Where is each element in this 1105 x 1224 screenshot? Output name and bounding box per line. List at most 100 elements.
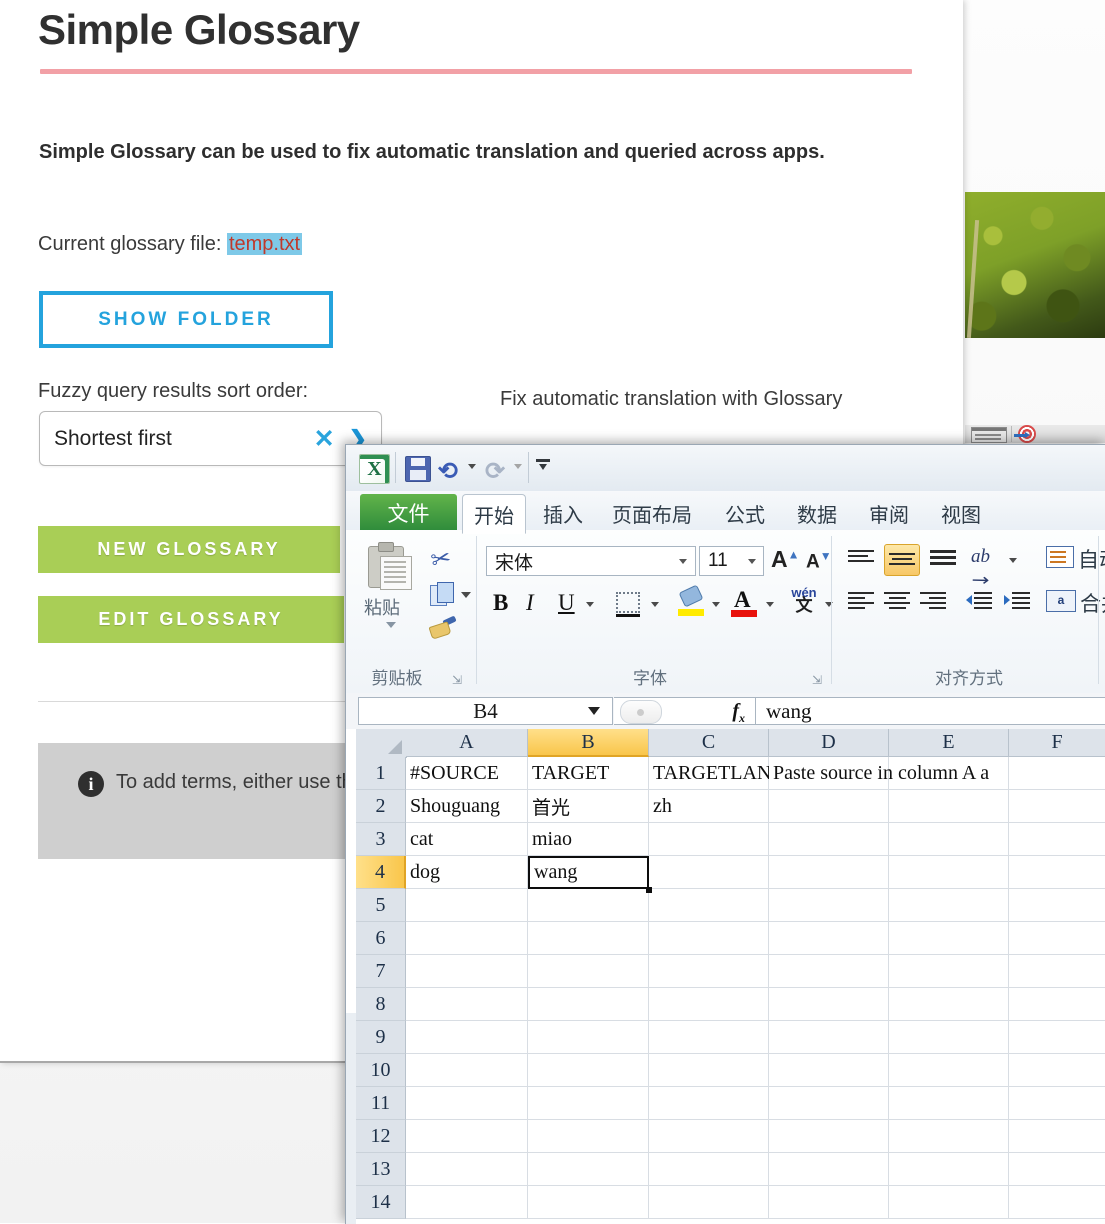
grid-cell[interactable] [889,790,1009,823]
grid-cell[interactable] [1009,856,1105,889]
grid-cell[interactable] [889,889,1009,922]
grid-cell[interactable] [1009,823,1105,856]
grid-cell-b2[interactable]: 首光 [528,790,649,823]
grid-cell[interactable] [1009,1186,1105,1219]
grid-cell[interactable] [769,922,889,955]
grid-cell[interactable] [406,1087,528,1120]
grid-cell[interactable] [649,1186,769,1219]
row-header-4[interactable]: 4 [356,856,406,889]
target-arrow-icon[interactable] [1018,425,1036,443]
grid-cell-a1[interactable]: #SOURCE [406,757,528,790]
grid-cell[interactable] [769,1021,889,1054]
row-header-10[interactable]: 10 [356,1054,406,1087]
row-header-12[interactable]: 12 [356,1120,406,1153]
undo-dropdown-icon[interactable] [468,464,476,469]
grow-font-icon[interactable]: A▲ [771,546,800,573]
phonetic-guide-icon[interactable]: wén 文 [788,586,820,618]
font-size-select[interactable]: 11 [699,546,764,576]
new-glossary-button[interactable]: NEW GLOSSARY [38,526,340,573]
column-header-f[interactable]: F [1009,729,1105,757]
undo-icon[interactable]: ⟳ [438,457,458,486]
grid-cell[interactable] [1009,1087,1105,1120]
grid-cell[interactable] [769,955,889,988]
merge-cells-label[interactable]: 合并 [1080,588,1105,618]
align-middle-icon[interactable] [884,544,920,576]
grid-cell[interactable] [1009,988,1105,1021]
row-header-11[interactable]: 11 [356,1087,406,1120]
column-header-e[interactable]: E [889,729,1009,757]
active-cell-b4[interactable]: wang [528,856,649,889]
increase-indent-icon[interactable] [1004,592,1030,610]
grid-cell[interactable] [889,988,1009,1021]
fill-handle[interactable] [646,887,652,893]
grid-cell[interactable] [406,1153,528,1186]
align-top-icon[interactable] [848,550,874,566]
grid-cell[interactable] [406,1054,528,1087]
chevron-down-icon[interactable] [1009,558,1017,563]
font-name-select[interactable]: 宋体 [486,546,696,576]
grid-cell[interactable] [889,1087,1009,1120]
grid-cell[interactable] [528,955,649,988]
grid-cell-a4[interactable]: dog [406,856,528,889]
tab-home[interactable]: 开始 [462,494,526,534]
insert-function-icon[interactable]: fx [732,700,745,726]
chevron-down-icon[interactable] [712,602,720,607]
select-all-corner[interactable] [356,729,407,758]
chevron-down-icon[interactable] [461,592,471,598]
grid-cell[interactable] [769,988,889,1021]
grid-cell[interactable] [528,1054,649,1087]
grid-cell[interactable] [649,1087,769,1120]
grid-cell[interactable] [889,955,1009,988]
grid-cell[interactable] [769,1153,889,1186]
tab-file[interactable]: 文件 [360,494,457,531]
grid-cell[interactable] [889,1186,1009,1219]
column-header-a[interactable]: A [406,729,528,757]
row-header-9[interactable]: 9 [356,1021,406,1054]
window-icon[interactable] [971,427,1007,443]
grid-cell[interactable] [528,1186,649,1219]
row-header-3[interactable]: 3 [356,823,406,856]
grid-cell-c2[interactable]: zh [649,790,769,823]
row-header-14[interactable]: 14 [356,1186,406,1219]
grid-cell[interactable] [769,1054,889,1087]
grid-cell[interactable] [889,1153,1009,1186]
formula-confirm-group[interactable] [620,700,662,724]
merge-cells-icon[interactable]: a [1046,590,1076,612]
grid-cell-c1[interactable]: TARGETLANG [649,757,769,790]
grid-cell[interactable] [528,1153,649,1186]
align-center-icon[interactable] [884,592,910,610]
grid-cell[interactable] [769,856,889,889]
column-header-c[interactable]: C [649,729,769,757]
chevron-down-icon[interactable] [588,707,600,715]
formula-input[interactable]: wang [756,697,1105,725]
grid-cell-d1[interactable]: Paste source in column A a [769,757,889,790]
name-box[interactable]: B4 [358,697,613,725]
grid-cell[interactable] [769,790,889,823]
tab-insert[interactable]: 插入 [532,494,594,532]
grid-cell[interactable] [889,1054,1009,1087]
grid-cell[interactable] [889,856,1009,889]
scissors-icon[interactable]: ✂ [428,543,454,576]
bold-button[interactable]: B [493,590,508,616]
paste-button-label[interactable]: 粘贴 [364,594,400,620]
grid-cell[interactable] [649,955,769,988]
grid-cell[interactable] [406,1186,528,1219]
grid-cell[interactable] [1009,922,1105,955]
fill-color-icon[interactable] [679,588,703,608]
tab-data[interactable]: 数据 [786,494,848,532]
grid-cell[interactable] [769,823,889,856]
chevron-down-icon[interactable] [679,559,687,564]
grid-cell[interactable] [889,922,1009,955]
align-left-icon[interactable] [848,592,874,610]
grid-cell[interactable] [1009,1021,1105,1054]
grid-cell[interactable] [1009,1153,1105,1186]
dialog-launcher-icon[interactable]: ⇲ [812,673,824,685]
grid-cell[interactable] [649,1120,769,1153]
grid-cell[interactable] [649,823,769,856]
grid-cell[interactable] [649,1021,769,1054]
row-header-2[interactable]: 2 [356,790,406,823]
current-file-name[interactable]: temp.txt [227,233,302,255]
grid-cell[interactable] [528,889,649,922]
grid-cell[interactable] [649,856,769,889]
tab-page-layout[interactable]: 页面布局 [601,494,703,532]
